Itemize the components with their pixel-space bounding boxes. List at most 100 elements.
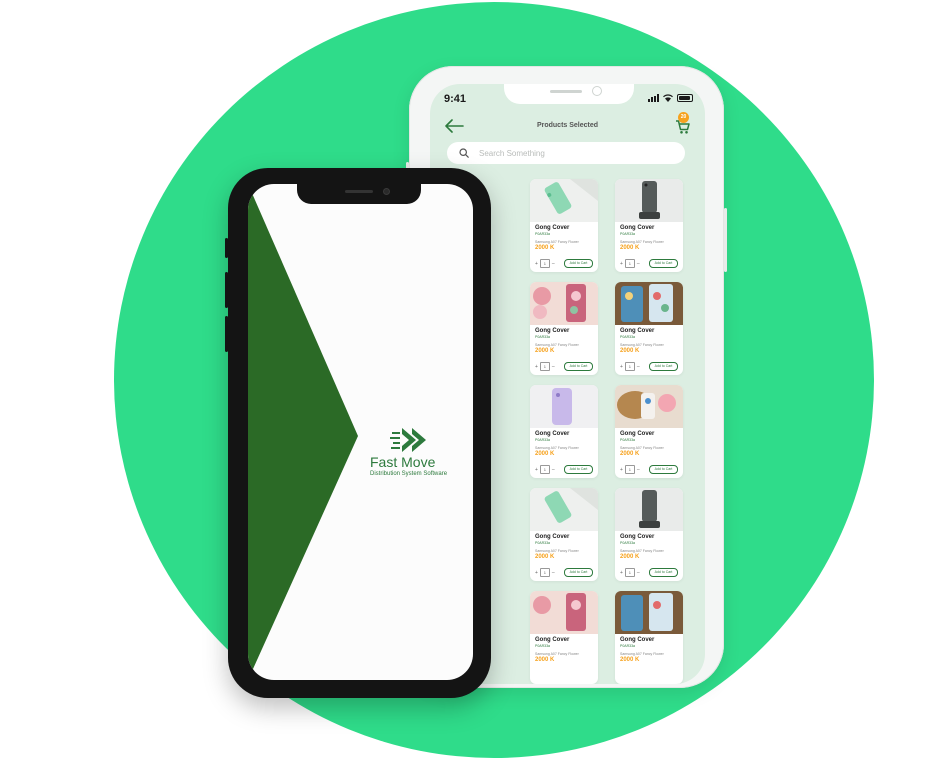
plus-button[interactable]: – — [552, 467, 555, 473]
add-to-cart-button[interactable]: Add to Cart — [649, 259, 678, 268]
quantity-stepper[interactable]: + 1 – — [535, 362, 555, 371]
quantity-value[interactable]: 1 — [539, 568, 550, 577]
product-description: Samsung A07 Fancy Flower — [620, 549, 664, 553]
quantity-value[interactable]: 1 — [539, 465, 550, 474]
product-name: Gong Cover — [620, 225, 655, 231]
product-image — [615, 591, 683, 634]
quantity-stepper[interactable]: + 1 – — [620, 465, 640, 474]
product-price: 2000 K — [535, 657, 555, 663]
quantity-value[interactable]: 1 — [624, 568, 635, 577]
product-card[interactable]: Gong Cover P0AR33a Samsung A07 Fancy Flo… — [530, 385, 598, 478]
speaker — [550, 90, 582, 93]
product-card[interactable]: Gong Cover P0AR33a Samsung A07 Fancy Flo… — [530, 488, 598, 581]
minus-button[interactable]: + — [620, 364, 623, 370]
quantity-stepper[interactable]: + 1 – — [620, 259, 640, 268]
search-icon — [459, 148, 469, 158]
product-code: P0AR33a — [620, 644, 635, 648]
product-description: Samsung A07 Fancy Flower — [620, 446, 664, 450]
product-price: 2000 K — [535, 554, 555, 560]
product-image — [615, 179, 683, 222]
product-card[interactable]: Gong Cover P0AR33a Samsung A07 Fancy Flo… — [615, 282, 683, 375]
add-to-cart-button[interactable]: Add to Cart — [564, 568, 593, 577]
fast-move-logo-icon — [390, 428, 426, 452]
product-code: P0AR33a — [620, 541, 635, 545]
plus-button[interactable]: – — [552, 570, 555, 576]
product-description: Samsung A07 Fancy Flower — [620, 343, 664, 347]
product-code: P0AR33a — [620, 335, 635, 339]
product-image — [615, 282, 683, 325]
search-bar[interactable] — [447, 142, 685, 164]
camera — [383, 188, 390, 195]
plus-button[interactable]: – — [552, 364, 555, 370]
minus-button[interactable]: + — [535, 570, 538, 576]
cart-button[interactable]: 20 — [675, 112, 695, 134]
plus-button[interactable]: – — [637, 261, 640, 267]
side-button — [724, 208, 727, 272]
product-card[interactable]: Gong Cover P0AR33a Samsung A07 Fancy Flo… — [615, 179, 683, 272]
product-price: 2000 K — [620, 657, 640, 663]
page-title: Products Selected — [536, 122, 599, 129]
minus-button[interactable]: + — [620, 570, 623, 576]
plus-button[interactable]: – — [637, 364, 640, 370]
product-card[interactable]: Gong Cover P0AR33a Samsung A07 Fancy Flo… — [615, 488, 683, 581]
notch — [504, 84, 634, 104]
side-button — [225, 238, 228, 258]
product-card[interactable]: Gong Cover P0AR33a Samsung A07 Fancy Flo… — [615, 591, 683, 684]
quantity-stepper[interactable]: + 1 – — [620, 568, 640, 577]
signal-icon — [648, 94, 659, 102]
quantity-value[interactable]: 1 — [539, 259, 550, 268]
product-name: Gong Cover — [535, 534, 570, 540]
side-button — [225, 316, 228, 352]
brand-name: Fast Move — [370, 454, 436, 470]
product-price: 2000 K — [620, 245, 640, 251]
quantity-stepper[interactable]: + 1 – — [535, 465, 555, 474]
product-description: Samsung A07 Fancy Flower — [535, 549, 579, 553]
product-price: 2000 K — [620, 451, 640, 457]
product-description: Samsung A07 Fancy Flower — [535, 652, 579, 656]
product-image — [615, 385, 683, 428]
add-to-cart-button[interactable]: Add to Cart — [564, 362, 593, 371]
minus-button[interactable]: + — [620, 467, 623, 473]
front-phone-mockup: Fast Move Distribution System Software — [225, 168, 491, 698]
add-to-cart-button[interactable]: Add to Cart — [649, 465, 678, 474]
plus-button[interactable]: – — [637, 467, 640, 473]
quantity-value[interactable]: 1 — [624, 465, 635, 474]
add-to-cart-button[interactable]: Add to Cart — [649, 568, 678, 577]
product-name: Gong Cover — [620, 431, 655, 437]
minus-button[interactable]: + — [535, 467, 538, 473]
side-button — [225, 272, 228, 308]
quantity-value[interactable]: 1 — [624, 362, 635, 371]
add-to-cart-button[interactable]: Add to Cart — [564, 259, 593, 268]
search-input[interactable] — [477, 147, 661, 159]
product-name: Gong Cover — [620, 534, 655, 540]
quantity-stepper[interactable]: + 1 – — [535, 568, 555, 577]
app-header: Products Selected 20 — [430, 112, 705, 138]
product-description: Samsung A07 Fancy Flower — [535, 240, 579, 244]
product-description: Samsung A07 Fancy Flower — [535, 343, 579, 347]
product-code: P0AR33a — [535, 335, 550, 339]
add-to-cart-button[interactable]: Add to Cart — [564, 465, 593, 474]
quantity-stepper[interactable]: + 1 – — [535, 259, 555, 268]
minus-button[interactable]: + — [535, 364, 538, 370]
product-price: 2000 K — [535, 245, 555, 251]
product-card[interactable]: Gong Cover P0AR33a Samsung A07 Fancy Flo… — [530, 282, 598, 375]
minus-button[interactable]: + — [620, 261, 623, 267]
speaker — [345, 190, 373, 193]
status-time: 9:41 — [444, 93, 467, 105]
product-code: P0AR33a — [535, 438, 550, 442]
quantity-value[interactable]: 1 — [539, 362, 550, 371]
product-image — [530, 282, 598, 325]
plus-button[interactable]: – — [552, 261, 555, 267]
product-image — [530, 591, 598, 634]
quantity-stepper[interactable]: + 1 – — [620, 362, 640, 371]
product-code: P0AR33a — [535, 232, 550, 236]
quantity-value[interactable]: 1 — [624, 259, 635, 268]
plus-button[interactable]: – — [637, 570, 640, 576]
minus-button[interactable]: + — [535, 261, 538, 267]
product-card[interactable]: Gong Cover P0AR33a Samsung A07 Fancy Flo… — [530, 179, 598, 272]
product-card[interactable]: Gong Cover P0AR33a Samsung A07 Fancy Flo… — [530, 591, 598, 684]
product-card[interactable]: Gong Cover P0AR33a Samsung A07 Fancy Flo… — [615, 385, 683, 478]
product-code: P0AR33a — [620, 438, 635, 442]
add-to-cart-button[interactable]: Add to Cart — [649, 362, 678, 371]
product-description: Samsung A07 Fancy Flower — [535, 446, 579, 450]
